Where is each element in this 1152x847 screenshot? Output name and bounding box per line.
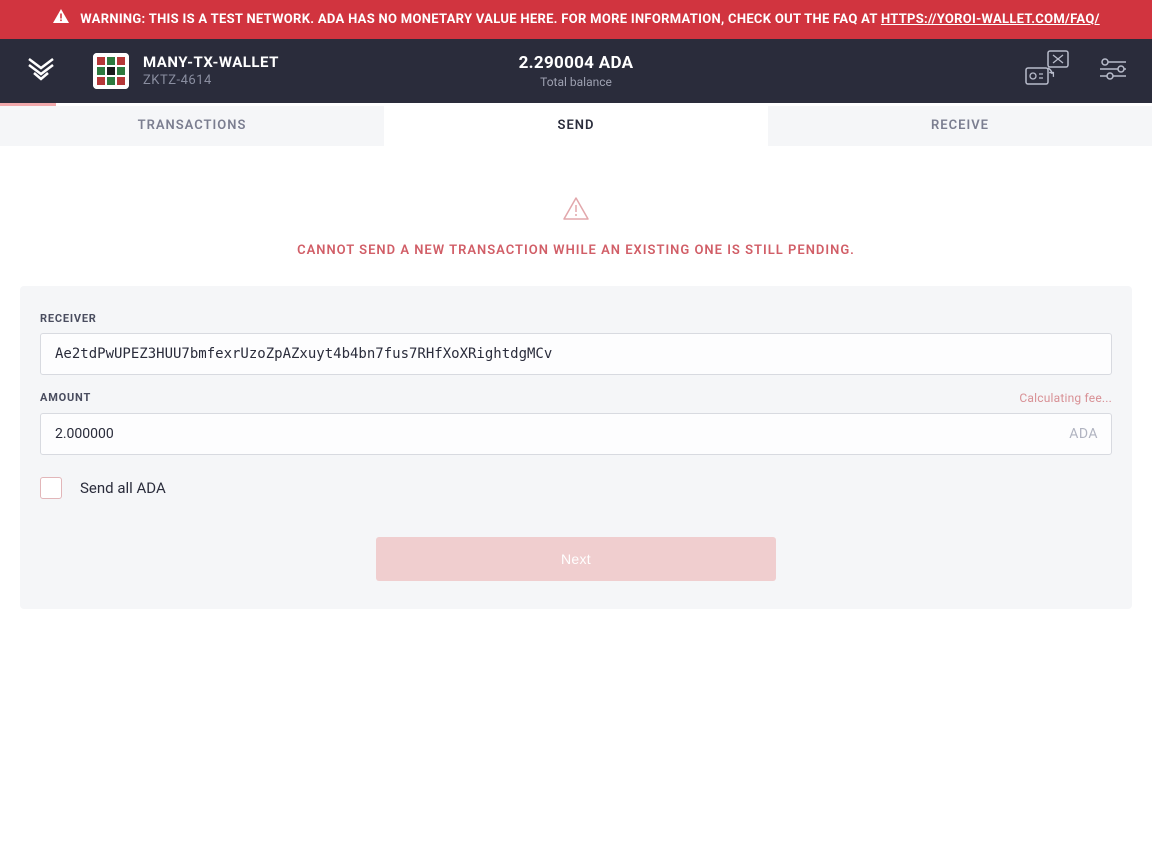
settings-icon[interactable] bbox=[1098, 57, 1128, 85]
pending-warning-text: CANNOT SEND A NEW TRANSACTION WHILE AN E… bbox=[20, 243, 1132, 258]
hardware-wallet-icon[interactable] bbox=[1024, 50, 1070, 92]
sync-progress-bar bbox=[0, 103, 1152, 106]
send-all-label: Send all ADA bbox=[80, 479, 166, 497]
send-form: RECEIVER AMOUNT Calculating fee... ADA S… bbox=[20, 286, 1132, 609]
alert-icon bbox=[562, 196, 590, 225]
send-all-checkbox[interactable] bbox=[40, 477, 62, 499]
tab-transactions[interactable]: TRANSACTIONS bbox=[0, 106, 384, 146]
banner-text: WARNING: THIS IS A TEST NETWORK. ADA HAS… bbox=[80, 10, 1099, 30]
wallet-info[interactable]: MANY-TX-WALLET ZKTZ-4614 bbox=[93, 53, 279, 89]
pending-tx-warning: CANNOT SEND A NEW TRANSACTION WHILE AN E… bbox=[20, 196, 1132, 258]
send-content: CANNOT SEND A NEW TRANSACTION WHILE AN E… bbox=[0, 146, 1152, 629]
balance-label: Total balance bbox=[519, 75, 634, 89]
balance-amount: 2.290004 ADA bbox=[519, 53, 634, 73]
warning-icon bbox=[52, 8, 70, 31]
amount-label: AMOUNT bbox=[40, 391, 91, 404]
app-header: MANY-TX-WALLET ZKTZ-4614 2.290004 ADA To… bbox=[0, 39, 1152, 103]
fee-status: Calculating fee... bbox=[1019, 391, 1112, 405]
tab-receive[interactable]: RECEIVE bbox=[768, 106, 1152, 146]
receiver-label: RECEIVER bbox=[40, 312, 97, 325]
banner-prefix: WARNING: THIS IS A TEST NETWORK. ADA HAS… bbox=[80, 12, 881, 27]
wallet-avatar-icon bbox=[93, 53, 129, 89]
receiver-input[interactable] bbox=[40, 333, 1112, 375]
wallet-name: MANY-TX-WALLET bbox=[143, 53, 279, 71]
test-network-banner: WARNING: THIS IS A TEST NETWORK. ADA HAS… bbox=[0, 0, 1152, 39]
amount-input[interactable] bbox=[40, 413, 1112, 455]
wallet-hash: ZKTZ-4614 bbox=[143, 73, 279, 88]
banner-faq-link[interactable]: HTTPS://YOROI-WALLET.COM/FAQ/ bbox=[881, 12, 1100, 27]
total-balance: 2.290004 ADA Total balance bbox=[519, 53, 634, 89]
next-button[interactable]: Next bbox=[376, 537, 776, 581]
yoroi-logo-icon[interactable] bbox=[24, 52, 58, 90]
amount-currency-suffix: ADA bbox=[1069, 426, 1098, 442]
wallet-tabs: TRANSACTIONS SEND RECEIVE bbox=[0, 106, 1152, 146]
tab-send[interactable]: SEND bbox=[384, 106, 768, 146]
